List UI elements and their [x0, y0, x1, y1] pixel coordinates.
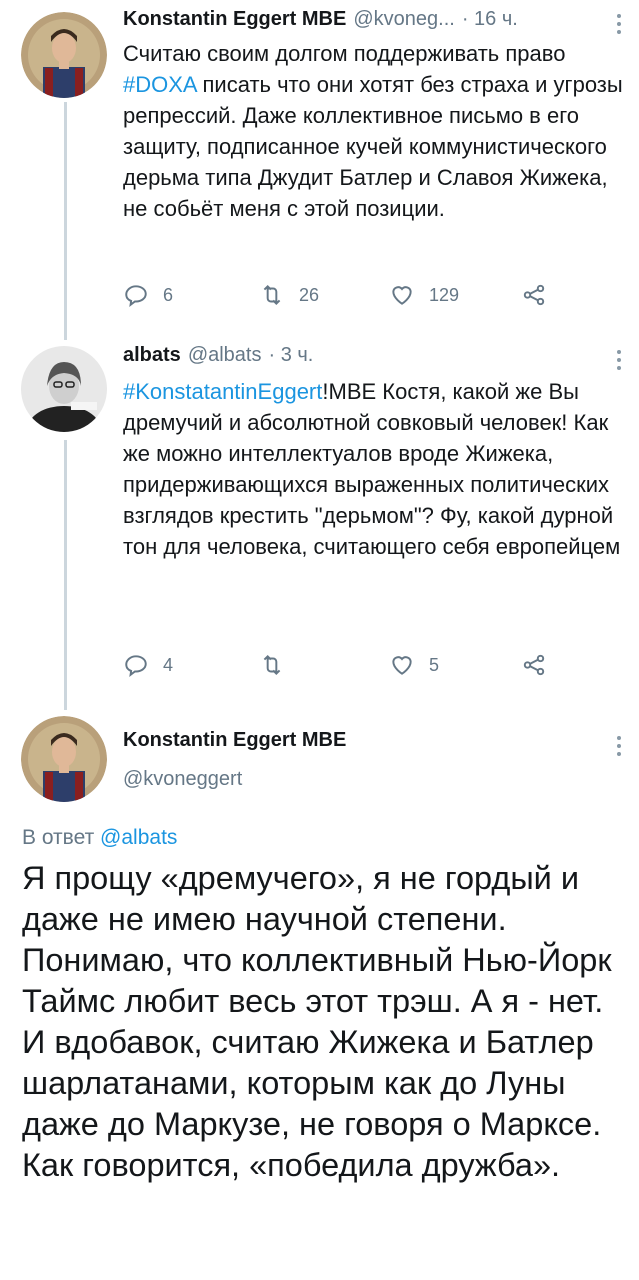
like-icon — [392, 286, 412, 305]
tweet-header: albats @albats · 3 ч. — [123, 344, 313, 367]
reply-icon — [125, 655, 147, 677]
reply-button[interactable]: 6 — [123, 282, 173, 308]
reply-count: 6 — [163, 284, 174, 305]
author-handle[interactable]: @kvoneggert — [123, 768, 242, 791]
more-icon[interactable] — [617, 350, 621, 374]
reply-handle-link[interactable]: @albats — [100, 826, 177, 849]
like-count: 129 — [429, 284, 460, 305]
timestamp[interactable]: · 16 ч. — [462, 8, 518, 31]
retweet-icon — [263, 654, 281, 676]
like-icon — [392, 656, 412, 675]
retweet-button[interactable]: 26 — [259, 282, 319, 308]
timestamp[interactable]: · 3 ч. — [268, 344, 313, 367]
author-name[interactable]: albats — [123, 344, 181, 367]
author-name[interactable]: Konstantin Eggert MBE — [123, 8, 346, 31]
reply-context: В ответ @albats — [22, 826, 177, 850]
tweet-text-part: !MBE Костя, какой же Вы дремучий и абсол… — [123, 379, 621, 559]
thread-line — [64, 440, 67, 710]
tweet-text-part: писать что они хотят без страха и угрозы… — [123, 72, 623, 221]
author-name[interactable]: Konstantin Eggert MBE — [123, 729, 346, 752]
like-count: 5 — [429, 654, 440, 675]
avatar[interactable] — [21, 346, 107, 432]
share-button[interactable] — [521, 282, 547, 308]
share-button[interactable] — [521, 652, 547, 678]
retweet-button[interactable] — [259, 652, 299, 678]
tweet-header: Konstantin Eggert MBE @kvoneg... · 16 ч. — [123, 8, 518, 31]
like-button[interactable]: 5 — [389, 652, 439, 678]
reply-count: 4 — [163, 654, 174, 675]
share-icon — [523, 284, 545, 306]
tweet-text: #KonstatantinEggert!MBE Костя, какой же … — [123, 376, 623, 562]
thread-line — [64, 102, 67, 340]
reply-prefix: В ответ — [22, 826, 101, 849]
tweet-text: Считаю своим долгом поддерживать право #… — [123, 38, 623, 224]
author-handle[interactable]: @albats — [188, 344, 262, 367]
share-icon — [523, 654, 545, 676]
avatar[interactable] — [21, 12, 107, 98]
more-icon[interactable] — [617, 14, 621, 38]
hashtag-link[interactable]: #DOXA — [123, 72, 196, 97]
tweet-actions: 6 26 129 — [123, 282, 563, 312]
author-handle[interactable]: @kvoneg... — [353, 8, 454, 31]
retweet-icon — [263, 284, 281, 306]
avatar[interactable] — [21, 716, 107, 802]
more-icon[interactable] — [617, 736, 621, 760]
like-button[interactable]: 129 — [389, 282, 459, 308]
retweet-count: 26 — [299, 284, 320, 305]
reply-icon — [125, 285, 147, 307]
reply-button[interactable]: 4 — [123, 652, 173, 678]
hashtag-link[interactable]: #KonstatantinEggert — [123, 379, 322, 404]
tweet-text: Я прощу «дремучего», я не гордый и даже … — [22, 860, 612, 1183]
tweet-actions: 4 5 — [123, 652, 563, 682]
tweet-text-part: Считаю своим долгом поддерживать право — [123, 41, 566, 66]
